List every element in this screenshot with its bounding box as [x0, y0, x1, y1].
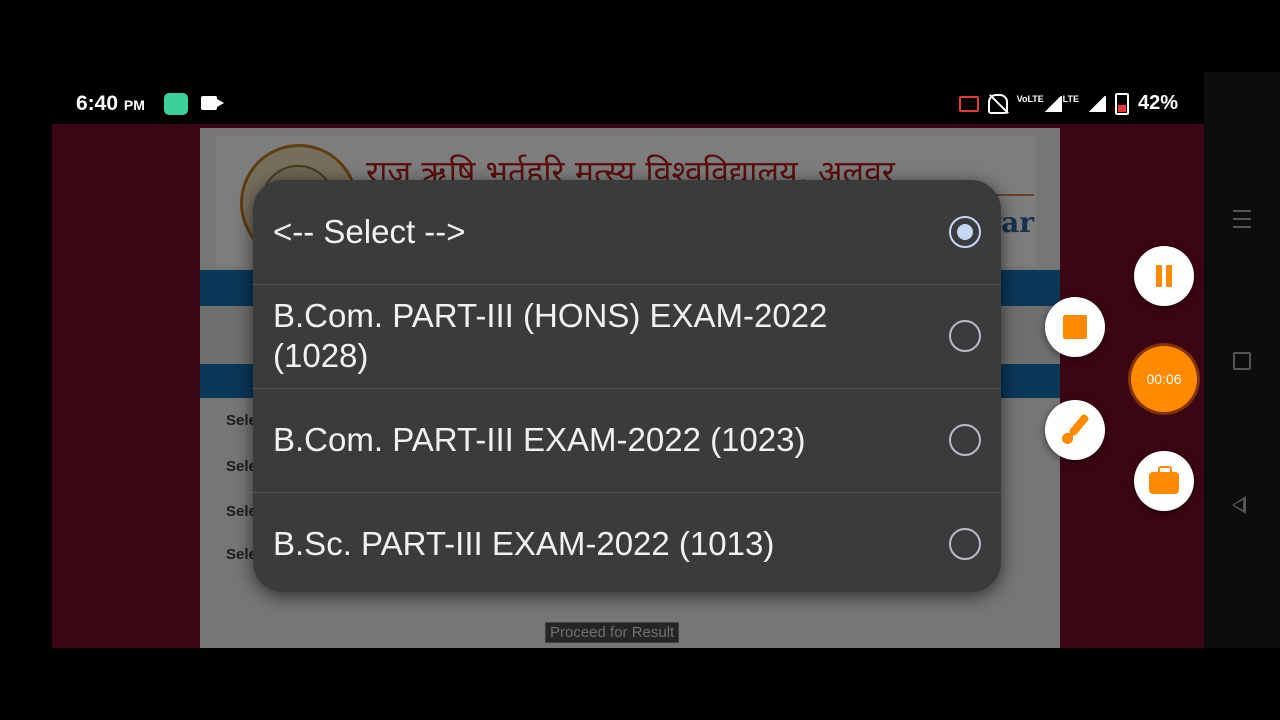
phone-screen: 6:40 PM VoLTE LTE 42% राज ऋषि भर्तृहरि म… [52, 72, 1204, 648]
status-icons: VoLTE LTE 42% [958, 92, 1178, 115]
home-square-icon[interactable] [1233, 352, 1251, 370]
option-label: <-- Select --> [273, 213, 466, 250]
option-bsc[interactable]: B.Sc. PART-III EXAM-2022 (1013) [253, 492, 1001, 592]
radio-unselected[interactable] [949, 320, 981, 352]
radio-selected[interactable] [949, 216, 981, 248]
exam-select-dialog: <-- Select --> B.Com. PART-III (HONS) EX… [253, 180, 1001, 592]
back-icon[interactable] [1232, 496, 1246, 514]
option-label: B.Com. PART-III (HONS) EXAM-2022 (1028) [273, 297, 828, 374]
stop-recording-button[interactable] [1045, 297, 1105, 357]
recording-timer[interactable]: 00:06 [1131, 346, 1197, 412]
app-notification-icon [164, 93, 188, 115]
radio-unselected[interactable] [949, 424, 981, 456]
option-bcom-hons[interactable]: B.Com. PART-III (HONS) EXAM-2022 (1028) [253, 284, 1001, 389]
cast-icon [958, 95, 979, 112]
option-select-placeholder[interactable]: <-- Select --> [253, 180, 1001, 285]
status-time: 6:40 PM [76, 92, 145, 116]
signal-icon-2 [1087, 95, 1106, 112]
battery-icon [1114, 92, 1129, 115]
status-time-value: 6:40 [76, 92, 119, 115]
radio-unselected[interactable] [949, 528, 981, 560]
option-label: B.Com. PART-III EXAM-2022 (1023) [273, 421, 806, 458]
option-label: B.Sc. PART-III EXAM-2022 (1013) [273, 525, 775, 562]
status-time-ampm: PM [123, 97, 145, 113]
pause-recording-button[interactable] [1134, 246, 1194, 306]
toolbox-icon[interactable] [1134, 451, 1194, 511]
brush-icon[interactable] [1045, 400, 1105, 460]
video-camera-icon [201, 96, 224, 110]
menu-icon[interactable] [1233, 210, 1251, 228]
bell-muted-icon [987, 93, 1008, 114]
option-bcom[interactable]: B.Com. PART-III EXAM-2022 (1023) [253, 388, 1001, 493]
network-type-label: LTE [1062, 93, 1079, 104]
battery-percent: 42% [1137, 92, 1178, 114]
system-nav-bar [1204, 72, 1280, 648]
signal-icon [1043, 95, 1062, 112]
status-bar: 6:40 PM VoLTE LTE 42% [52, 72, 1204, 124]
volte-icon: VoLTE [1016, 93, 1044, 104]
